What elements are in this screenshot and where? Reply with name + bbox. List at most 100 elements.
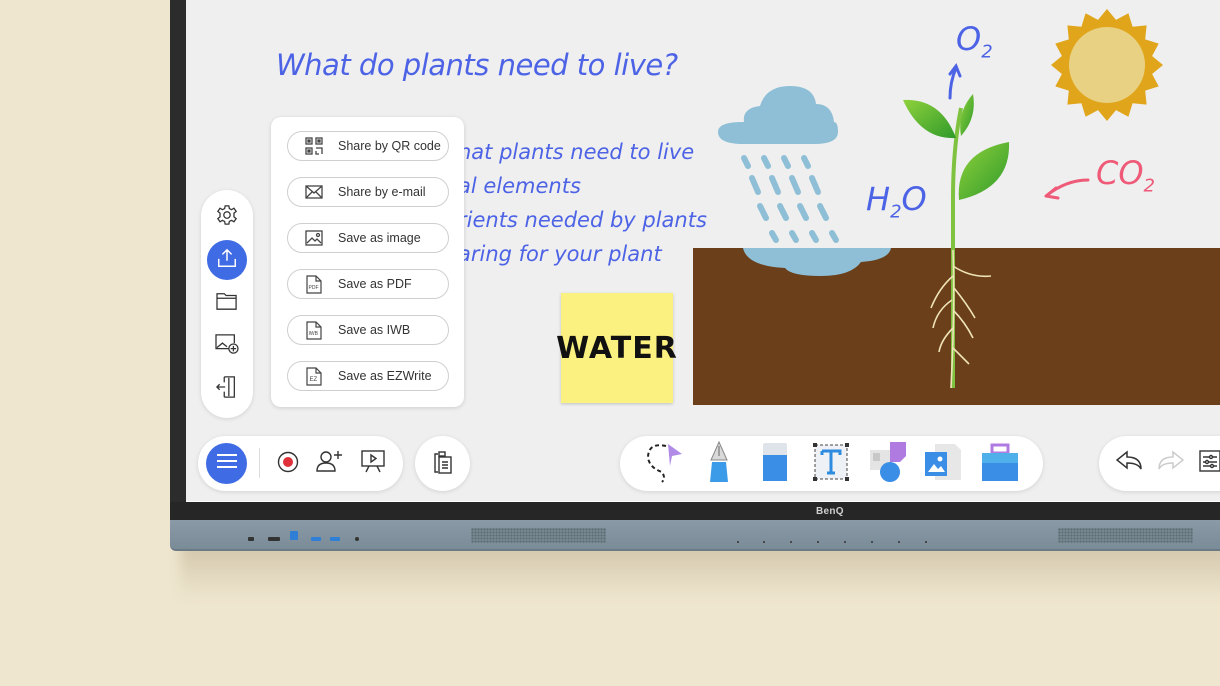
menu-item-label: Save as IWB: [338, 323, 411, 337]
main-toolbar: [198, 436, 403, 491]
handwritten-line: al elements: [458, 174, 581, 198]
pdf-file-icon: PDF: [304, 274, 324, 294]
front-button[interactable]: [817, 541, 819, 543]
envelope-icon: [304, 183, 324, 201]
share-by-qr-code-button[interactable]: Share by QR code: [287, 131, 449, 161]
record-button[interactable]: [274, 450, 302, 478]
history-toolbar: [1099, 436, 1220, 491]
add-image-icon: [214, 333, 240, 360]
eraser-icon: [761, 442, 789, 487]
presentation-button[interactable]: [358, 449, 388, 477]
menu-item-label: Share by QR code: [338, 139, 441, 153]
sun-illustration: [1051, 9, 1163, 121]
toolbar-divider: [259, 448, 260, 478]
share-upload-icon: [216, 247, 238, 274]
exit-door-icon: [216, 375, 238, 404]
pen-icon: [707, 440, 731, 489]
add-background-button[interactable]: [207, 326, 247, 366]
clipboard-button[interactable]: [415, 436, 470, 491]
front-button[interactable]: [898, 541, 900, 543]
whiteboard-screen[interactable]: What do plants need to live? hat plants …: [186, 0, 1220, 503]
menu-item-label: Save as EZWrite: [338, 369, 432, 383]
insert-image-icon: [923, 442, 963, 489]
handwritten-line: hat plants need to live: [458, 140, 695, 164]
co2-label: CO2: [1096, 154, 1155, 197]
whiteboard-title: What do plants need to live?: [276, 48, 678, 82]
adjust-settings-button[interactable]: [1197, 449, 1220, 477]
invite-user-icon: [316, 449, 344, 478]
save-as-ezwrite-button[interactable]: EZ Save as EZWrite: [287, 361, 449, 391]
settings-button[interactable]: [207, 197, 247, 237]
shapes-icon: [868, 440, 912, 489]
redo-icon: [1156, 449, 1185, 477]
share-by-email-button[interactable]: Share by e-mail: [287, 177, 449, 207]
front-button[interactable]: [871, 541, 873, 543]
sticky-note[interactable]: WATER: [556, 293, 677, 403]
shapes-tool[interactable]: [868, 440, 912, 489]
touch-usb-port: [290, 531, 298, 540]
lasso-select-tool[interactable]: [644, 442, 686, 486]
handwritten-line: aring for your plant: [458, 242, 662, 266]
toolbox-icon: [981, 443, 1019, 488]
save-as-iwb-button[interactable]: IWB Save as IWB: [287, 315, 449, 345]
adjust-settings-icon: [1199, 449, 1220, 477]
front-button[interactable]: [844, 541, 846, 543]
hdmi-port: [268, 537, 280, 541]
brand-logo: BenQ: [816, 506, 844, 517]
pen-tool[interactable]: [706, 440, 732, 489]
speaker-grille-left: [471, 528, 606, 543]
oxygen-label: O2: [956, 20, 993, 63]
image-icon: [304, 229, 324, 247]
presentation-icon: [361, 449, 385, 478]
menu-item-label: Save as PDF: [338, 277, 412, 291]
handwritten-line: rients needed by plants: [458, 208, 707, 232]
front-button[interactable]: [763, 541, 765, 543]
open-folder-button[interactable]: [207, 283, 247, 323]
iwb-file-icon: IWB: [304, 320, 324, 340]
svg-text:EZ: EZ: [310, 377, 318, 383]
svg-text:IWB: IWB: [309, 331, 319, 337]
water-formula-label: H2O: [866, 180, 927, 223]
monitor-bottom-bezel: [170, 502, 1220, 521]
save-as-image-button[interactable]: Save as image: [287, 223, 449, 253]
sticky-note-text: WATER: [556, 330, 678, 366]
text-icon: [813, 442, 849, 486]
save-as-pdf-button[interactable]: PDF Save as PDF: [287, 269, 449, 299]
drawing-tools-toolbar: [620, 436, 1043, 491]
svg-text:PDF: PDF: [309, 285, 319, 291]
toolbox-tool[interactable]: [980, 443, 1020, 488]
share-button[interactable]: [207, 240, 247, 280]
usb-port: [330, 537, 340, 541]
arrow-up-icon: [948, 62, 962, 100]
menu-item-label: Save as image: [338, 231, 421, 245]
gear-icon: [216, 204, 238, 231]
front-button[interactable]: [737, 541, 739, 543]
invite-user-button[interactable]: [314, 449, 346, 477]
share-menu: Share by QR code Share by e-mail Save as…: [271, 117, 464, 407]
menu-item-label: Share by e-mail: [338, 185, 426, 199]
menu-button[interactable]: [206, 443, 247, 484]
eraser-tool[interactable]: [760, 442, 790, 487]
usb-c-port: [248, 537, 254, 541]
undo-icon: [1115, 449, 1144, 477]
record-icon: [277, 451, 299, 478]
speaker-grille-right: [1058, 528, 1193, 543]
insert-image-tool[interactable]: [922, 442, 964, 489]
plant-illustration: [903, 94, 1010, 389]
clipboard-icon: [432, 451, 454, 475]
undo-button[interactable]: [1115, 449, 1145, 477]
front-button[interactable]: [925, 541, 927, 543]
menu-icon: [216, 453, 238, 474]
usb-port: [311, 537, 321, 541]
side-toolbar: [201, 190, 253, 418]
audio-jack: [355, 537, 359, 541]
water-puddle: [743, 248, 891, 276]
exit-button[interactable]: [207, 369, 247, 409]
arrow-left-icon: [1044, 178, 1090, 200]
lasso-select-icon: [644, 440, 686, 489]
qr-code-icon: [304, 137, 324, 155]
redo-button[interactable]: [1155, 449, 1185, 477]
front-button[interactable]: [790, 541, 792, 543]
text-tool[interactable]: [812, 442, 850, 486]
ezwrite-file-icon: EZ: [304, 366, 324, 386]
